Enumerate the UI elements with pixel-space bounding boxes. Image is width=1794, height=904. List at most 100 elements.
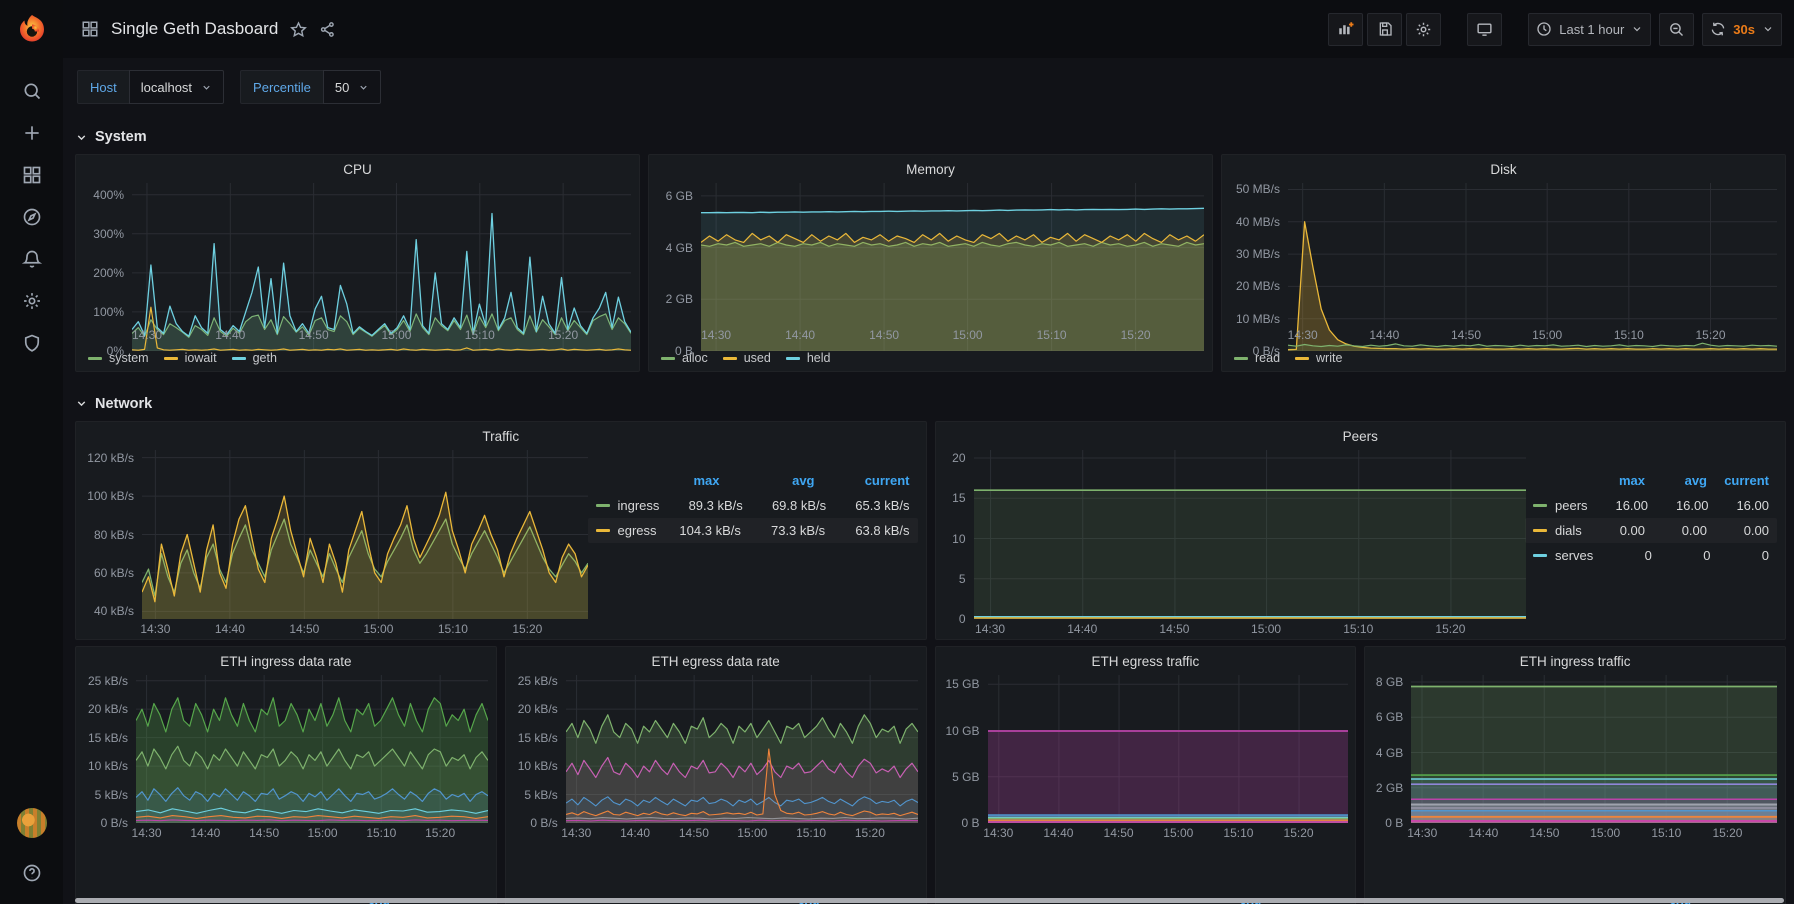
x-axis-label: 15:00 (373, 328, 419, 342)
network-panel-row: Traffic 40 kB/s60 kB/s80 kB/s100 kB/s120… (75, 421, 1786, 640)
panel-title[interactable]: ETH egress traffic (936, 647, 1356, 675)
save-dashboard-button[interactable] (1367, 13, 1402, 46)
y-axis-label: 20 MB/s (1236, 279, 1280, 293)
host-variable-select[interactable]: localhost (129, 70, 224, 104)
chevron-down-icon (75, 397, 88, 410)
create-icon[interactable] (9, 112, 55, 154)
plot-area (1288, 183, 1777, 325)
star-icon[interactable] (290, 21, 307, 38)
user-avatar[interactable] (17, 808, 47, 838)
y-axis-label: 25 kB/s (88, 674, 128, 688)
dashboard-grid-icon[interactable] (81, 20, 99, 38)
add-panel-button[interactable] (1328, 13, 1363, 46)
panel-memory: Memory 0 B2 GB4 GB6 GB14:3014:4014:5015:… (648, 154, 1213, 372)
x-axis-label: 15:00 (1155, 826, 1201, 840)
x-axis-label: 15:20 (1687, 328, 1733, 342)
legend-table: maxavgcurrentingress89.3 kB/s69.8 kB/s65… (588, 450, 918, 639)
panel-title[interactable]: Disk (1222, 155, 1785, 183)
panel-title[interactable]: ETH ingress data rate (76, 647, 496, 675)
panel-title[interactable]: ETH ingress traffic (1365, 647, 1785, 675)
x-axis: 14:3014:4014:5015:0015:1015:20 (1411, 823, 1777, 843)
panel-title[interactable]: CPU (76, 155, 639, 183)
legend-column-header[interactable]: current (815, 473, 910, 488)
cycle-view-mode-button[interactable] (1467, 13, 1502, 46)
help-icon[interactable] (9, 852, 55, 894)
legend-item[interactable]: geth (232, 351, 277, 365)
y-axis-label: 120 kB/s (87, 451, 134, 465)
legend-item[interactable]: used (723, 351, 771, 365)
grafana-logo-icon[interactable] (14, 12, 50, 48)
x-axis-label: 14:30 (1280, 328, 1326, 342)
chart-body: 40 kB/s60 kB/s80 kB/s100 kB/s120 kB/s14:… (80, 450, 918, 639)
legend-value: 16.00 (1709, 498, 1769, 513)
legend-value: 0.00 (1645, 523, 1707, 538)
legend-column-header[interactable]: max (1583, 473, 1645, 488)
plot-area (974, 450, 1526, 619)
alerting-icon[interactable] (9, 238, 55, 280)
legend-column-header[interactable]: avg (720, 473, 815, 488)
plot-column: 0%100%200%300%400%14:3014:4014:5015:0015… (80, 183, 631, 345)
chart-body: 0 B5 GB10 GB15 GB14:3014:4014:5015:0015:… (940, 675, 1348, 897)
x-axis-label: 15:20 (1113, 328, 1159, 342)
y-axis-label: 0 B/s (1253, 344, 1280, 358)
series-color-dash (596, 529, 610, 532)
chart-body: 0510152014:3014:4014:5015:0015:1015:20ma… (940, 450, 1778, 639)
horizontal-scrollbar[interactable] (75, 898, 1784, 903)
x-axis-label: 14:30 (132, 622, 178, 636)
x-axis-label: 14:50 (1443, 328, 1489, 342)
legend-column-header[interactable]: max (625, 473, 720, 488)
eth-panel-row: ETH ingress data rate 0 B/s5 kB/s10 kB/s… (75, 646, 1786, 904)
legend-series-name[interactable]: serves (1533, 548, 1593, 563)
zoom-out-time-range-button[interactable] (1659, 13, 1694, 46)
x-axis-label: 14:50 (291, 328, 337, 342)
dashboard-settings-button[interactable] (1406, 13, 1441, 46)
legend-item[interactable]: iowait (164, 351, 217, 365)
legend-series-name[interactable]: egress (596, 523, 657, 538)
panel-title[interactable]: Peers (936, 422, 1786, 450)
panel-title[interactable]: Traffic (76, 422, 926, 450)
explore-icon[interactable] (9, 196, 55, 238)
dashboards-icon[interactable] (9, 154, 55, 196)
legend-value: 16.00 (1648, 498, 1708, 513)
legend-item[interactable]: held (786, 351, 831, 365)
legend-value: 0 (1710, 548, 1769, 563)
legend-series-name[interactable]: dials (1533, 523, 1583, 538)
legend-header-row: maxavgcurrent (1525, 468, 1777, 493)
configuration-icon[interactable] (9, 280, 55, 322)
share-icon[interactable] (319, 21, 336, 38)
y-axis-label: 300% (93, 227, 124, 241)
y-axis-label: 10 (952, 532, 965, 546)
refresh-button[interactable]: 30s (1702, 13, 1782, 46)
row-header-network[interactable]: Network (75, 386, 1786, 421)
eth-egress-data-rate-chart: 0 B/s5 kB/s10 kB/s15 kB/s20 kB/s25 kB/s1… (506, 675, 926, 904)
row-header-system[interactable]: System (75, 120, 1786, 154)
x-axis-label: 14:50 (241, 826, 287, 840)
x-axis-label: 14:50 (861, 328, 907, 342)
legend-value: 73.3 kB/s (741, 523, 825, 538)
system-panel-row: CPU 0%100%200%300%400%14:3014:4014:5015:… (75, 154, 1786, 372)
top-navbar: Single Geth Dasboard (63, 0, 1794, 58)
y-axis: 0 B/s5 kB/s10 kB/s15 kB/s20 kB/s25 kB/s (80, 675, 136, 823)
panel-title[interactable]: Memory (649, 155, 1212, 183)
refresh-interval-label: 30s (1733, 22, 1755, 37)
y-axis-label: 25 kB/s (518, 674, 558, 688)
x-axis-label: 14:40 (207, 622, 253, 636)
panel-title[interactable]: ETH egress data rate (506, 647, 926, 675)
refresh-icon (1710, 21, 1726, 37)
dashboard-title[interactable]: Single Geth Dasboard (111, 19, 278, 39)
legend-series-name[interactable]: ingress (596, 498, 660, 513)
dashboard-canvas: System CPU 0%100%200%300%400%14:3014:401… (63, 112, 1794, 904)
search-icon[interactable] (9, 70, 55, 112)
y-axis-label: 10 MB/s (1236, 312, 1280, 326)
legend-series-name[interactable]: peers (1533, 498, 1588, 513)
x-axis-label: 15:20 (504, 622, 550, 636)
legend-item[interactable]: write (1295, 351, 1342, 365)
x-axis-label: 15:20 (847, 826, 893, 840)
legend-column-header[interactable]: avg (1645, 473, 1707, 488)
plot-column: 40 kB/s60 kB/s80 kB/s100 kB/s120 kB/s14:… (80, 450, 588, 639)
legend-column-header[interactable]: current (1707, 473, 1769, 488)
series-color-dash (1533, 529, 1547, 532)
time-range-picker[interactable]: Last 1 hour (1528, 13, 1651, 46)
server-admin-icon[interactable] (9, 322, 55, 364)
percentile-variable-select[interactable]: 50 (323, 70, 381, 104)
